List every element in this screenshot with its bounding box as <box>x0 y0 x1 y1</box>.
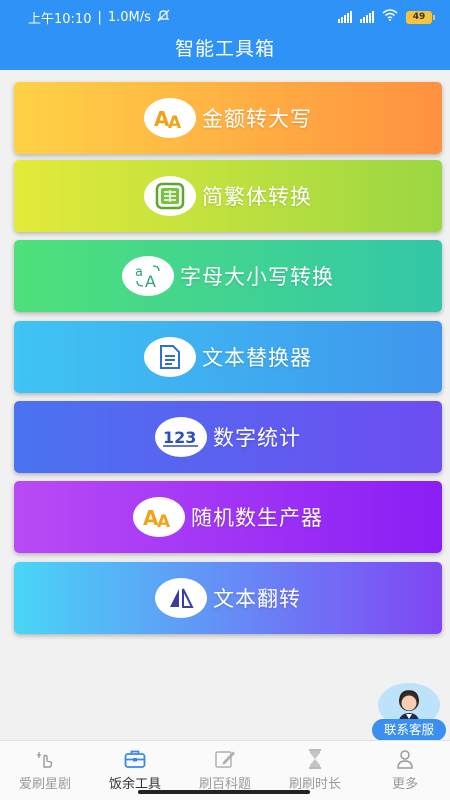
status-bar: 上午10:10 | 1.0M/s 49 <box>0 0 450 34</box>
tool-random-number-button[interactable]: AA 随机数生产器 <box>14 481 442 553</box>
mute-icon <box>157 9 170 26</box>
battery-level: 49 <box>412 12 426 22</box>
signal-icon-2 <box>360 11 374 23</box>
hourglass-icon <box>303 749 327 769</box>
tool-label: 字母大小写转换 <box>180 265 334 289</box>
tab-aishua-xingju[interactable]: 爱刷星剧 <box>0 741 90 800</box>
edit-icon <box>213 749 237 769</box>
status-time: 上午10:10 <box>28 11 92 27</box>
tool-number-stats-button[interactable]: 123 数字统计 <box>14 401 442 473</box>
number-123-icon: 123 <box>155 417 207 457</box>
status-divider: | <box>97 9 102 25</box>
aa-icon: AA <box>144 98 196 138</box>
battery-icon: 49 <box>406 10 435 24</box>
tab-label: 更多 <box>391 777 418 792</box>
toolbox-icon <box>123 749 147 769</box>
aa-icon: AA <box>133 497 185 537</box>
tab-more[interactable]: 更多 <box>360 741 450 800</box>
app-header: 上午10:10 | 1.0M/s 49 智能工具箱 <box>0 0 450 70</box>
tool-simplified-traditional-button[interactable]: 简繁体转换 <box>14 160 442 232</box>
customer-service-button[interactable]: 联系客服 <box>372 683 446 741</box>
status-network-speed: 1.0M/s <box>107 9 151 25</box>
tool-label: 金额转大写 <box>202 107 312 131</box>
tool-letter-case-button[interactable]: aA 字母大小写转换 <box>14 240 442 312</box>
tool-amount-uppercase-button[interactable]: AA 金额转大写 <box>14 82 442 154</box>
tab-label: 爱刷星剧 <box>18 777 71 792</box>
user-icon <box>393 749 417 769</box>
tool-label: 随机数生产器 <box>191 506 323 530</box>
flip-icon <box>155 578 207 618</box>
svg-text:A: A <box>157 512 171 529</box>
tool-text-replace-button[interactable]: 文本替换器 <box>14 321 442 393</box>
signal-icon <box>338 11 352 23</box>
tool-label: 数字统计 <box>213 426 301 450</box>
sparkle-hand-icon <box>33 749 57 769</box>
tool-label: 简繁体转换 <box>202 185 312 209</box>
tool-text-flip-button[interactable]: 文本翻转 <box>14 562 442 634</box>
tool-label: 文本翻转 <box>213 587 301 611</box>
page-title: 智能工具箱 <box>174 38 275 60</box>
wifi-icon <box>382 9 398 25</box>
svg-text:A: A <box>168 113 182 130</box>
service-label: 联系客服 <box>372 719 446 741</box>
home-indicator[interactable] <box>138 790 310 794</box>
document-icon <box>144 337 196 377</box>
svg-text:a: a <box>135 265 143 280</box>
tool-label: 文本替换器 <box>202 346 312 370</box>
svg-text:123: 123 <box>163 428 196 447</box>
letter-case-icon: aA <box>122 256 174 296</box>
traditional-char-icon <box>144 176 196 216</box>
svg-text:A: A <box>145 272 156 289</box>
